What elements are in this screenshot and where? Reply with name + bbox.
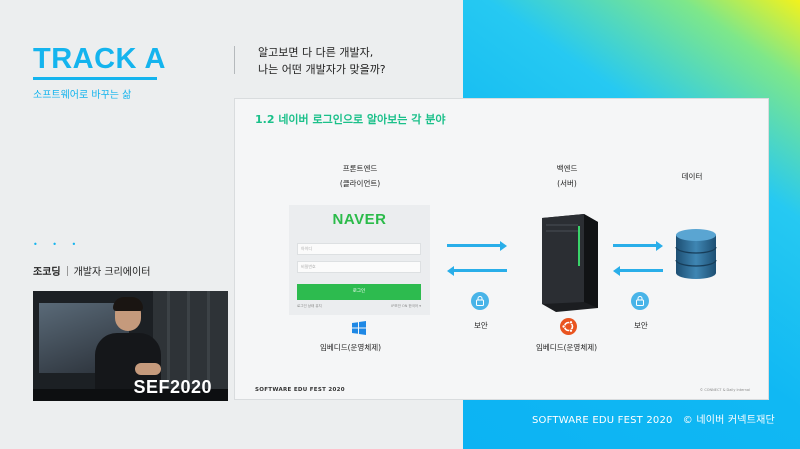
ubuntu-icon: [560, 318, 577, 335]
backend-label-line1: 백엔드: [556, 164, 578, 173]
speaker-separator: [66, 266, 68, 276]
presentation-slide: 1.2 네이버 로그인으로 알아보는 각 분야 프론트엔드 (클라이언트) 백엔…: [234, 98, 769, 400]
frontend-label-line2: (클라이언트): [339, 179, 381, 188]
header-divider: [234, 46, 235, 74]
lock-icon: [471, 292, 489, 310]
embedded-label-left: 임베디드(운영체제): [320, 343, 382, 352]
question-line-2: 나는 어떤 개발자가 맞을까?: [258, 63, 386, 76]
server-icon: [534, 212, 600, 316]
embedded-label-right: 임베디드(운영체제): [536, 343, 598, 352]
naver-logo: NAVER: [332, 211, 387, 228]
track-underline: [33, 77, 157, 80]
ip-security-toggle[interactable]: IP보안 ON: [391, 304, 407, 308]
keep-login-checkbox[interactable]: 로그인 상태 유지: [297, 304, 322, 308]
frontend-label: 프론트엔드 (클라이언트): [315, 161, 405, 191]
decor-dots: • • •: [33, 240, 83, 249]
security-label-left: 보안: [474, 321, 488, 330]
question-line-1: 알고보면 다 다른 개발자,: [258, 46, 374, 59]
database-icon: [674, 227, 718, 285]
speaker-video[interactable]: SEF2020: [33, 291, 228, 401]
track-subtitle: 소프트웨어로 바꾸는 삶: [33, 90, 132, 101]
windows-icon: [352, 320, 366, 335]
security-label-right: 보안: [634, 321, 648, 330]
arrow-from-database: [613, 265, 663, 276]
arrow-to-database: [613, 240, 663, 251]
arrow-from-backend: [447, 265, 507, 276]
video-caption: SEF2020: [133, 377, 212, 397]
page-footer: SOFTWARE EDU FEST 2020 © 네이버 커넥트재단: [532, 415, 775, 426]
login-options: 로그인 상태 유지 IP보안 ON 한국어 ▾: [297, 304, 421, 309]
lock-icon: [631, 292, 649, 310]
speaker-role: 개발자 크리에이터: [73, 267, 151, 278]
id-input[interactable]: 아이디: [297, 243, 421, 255]
naver-login-mockup: NAVER 아이디 비밀번호 로그인 로그인 상태 유지 IP보안 ON 한국어…: [289, 205, 430, 315]
speaker-info: 조코딩 개발자 크리에이터: [33, 263, 150, 278]
backend-label-line2: (서버): [557, 179, 577, 188]
language-select[interactable]: 한국어 ▾: [408, 304, 421, 308]
login-button[interactable]: 로그인: [297, 284, 421, 300]
presenter-hands: [135, 363, 161, 375]
arrow-to-backend: [447, 240, 507, 251]
backend-label: 백엔드 (서버): [527, 161, 607, 191]
slide-title: 1.2 네이버 로그인으로 알아보는 각 분야: [255, 113, 446, 126]
frontend-label-line1: 프론트엔드: [342, 164, 378, 173]
presenter-hair: [113, 297, 143, 311]
password-input[interactable]: 비밀번호: [297, 261, 421, 273]
database-label: 데이터: [681, 172, 703, 181]
slide-footer-left: SOFTWARE EDU FEST 2020: [255, 387, 345, 393]
speaker-name: 조코딩: [33, 267, 61, 278]
slide-footer-right: © CONNECT & Daily Internal: [699, 388, 750, 392]
track-title: TRACK A: [33, 43, 166, 75]
